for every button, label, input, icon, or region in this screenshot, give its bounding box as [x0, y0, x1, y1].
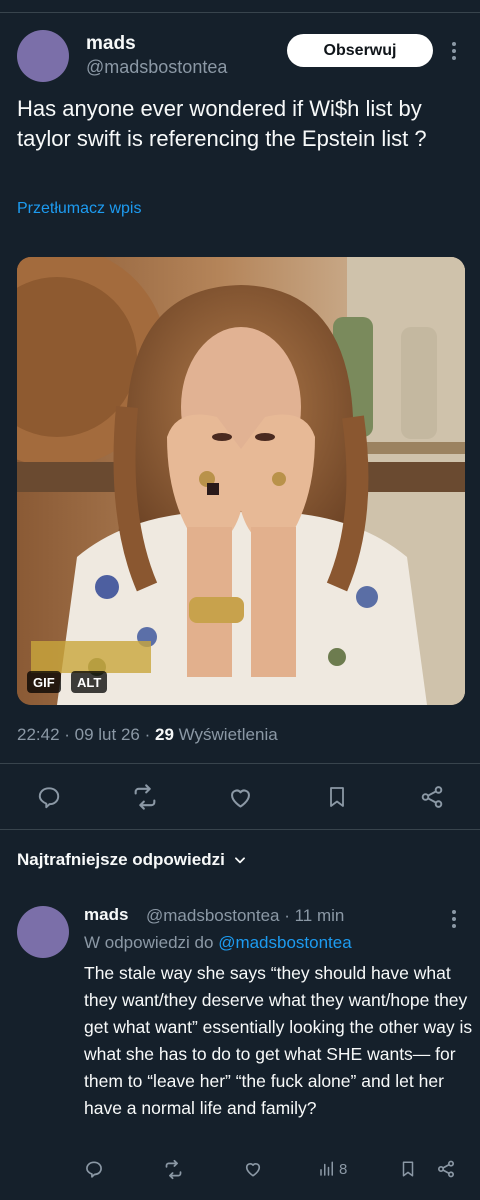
reply-to-prefix: W odpowiedzi do: [84, 933, 219, 952]
share-icon[interactable]: [435, 1158, 457, 1180]
alt-badge[interactable]: ALT: [71, 671, 108, 693]
reply-text: The stale way she says “they should have…: [84, 963, 473, 1118]
post-media-gif[interactable]: [17, 257, 465, 705]
like-icon[interactable]: [225, 782, 255, 812]
chevron-down-icon: [234, 857, 245, 864]
replies-sort-dropdown[interactable]: Najtrafniejsze odpowiedzi: [17, 850, 247, 870]
like-icon[interactable]: [242, 1158, 264, 1180]
post-text: Has anyone ever wondered if Wi$h list by…: [17, 96, 427, 151]
retweet-icon[interactable]: [130, 782, 160, 812]
reply-to-handle-link[interactable]: @madsbostontea: [218, 933, 352, 952]
retweet-icon[interactable]: [162, 1158, 184, 1180]
bookmark-icon[interactable]: [322, 782, 352, 812]
reply-views-count: 8: [339, 1160, 348, 1178]
timestamp: 22:42 · 09 lut 26 ·: [17, 725, 155, 744]
reply-icon[interactable]: [83, 1158, 105, 1180]
top-divider: [0, 12, 480, 13]
reply-author-handle[interactable]: @madsbostontea · 11 min: [146, 906, 344, 926]
bookmark-icon[interactable]: [397, 1158, 419, 1180]
more-options-icon[interactable]: [448, 910, 460, 928]
views-label: Wyświetlenia: [173, 725, 278, 744]
gif-badge: GIF: [27, 671, 61, 693]
views-count: 29: [154, 725, 174, 744]
analytics-icon: [320, 1161, 333, 1176]
translate-link[interactable]: Przetłumacz wpis: [17, 200, 141, 218]
more-options-icon[interactable]: [448, 42, 460, 60]
post-meta: 22:42 · 09 lut 26 · 29 Wyświetlenia: [17, 725, 278, 745]
divider: [0, 829, 480, 830]
divider: [0, 763, 480, 764]
author-name[interactable]: mads: [86, 33, 136, 55]
follow-button[interactable]: Obserwuj: [287, 34, 433, 67]
reply-icon[interactable]: [34, 782, 64, 812]
avatar[interactable]: [17, 906, 69, 958]
share-icon[interactable]: [417, 782, 447, 812]
reply-author-name[interactable]: mads: [84, 905, 128, 925]
author-handle[interactable]: @madsbostontea: [86, 57, 227, 78]
avatar[interactable]: [17, 30, 69, 82]
views-button[interactable]: 8: [318, 1158, 347, 1180]
reply-to-line: W odpowiedzi do @madsbostontea: [84, 933, 352, 953]
replies-sort-label: Najtrafniejsze odpowiedzi: [17, 850, 225, 869]
